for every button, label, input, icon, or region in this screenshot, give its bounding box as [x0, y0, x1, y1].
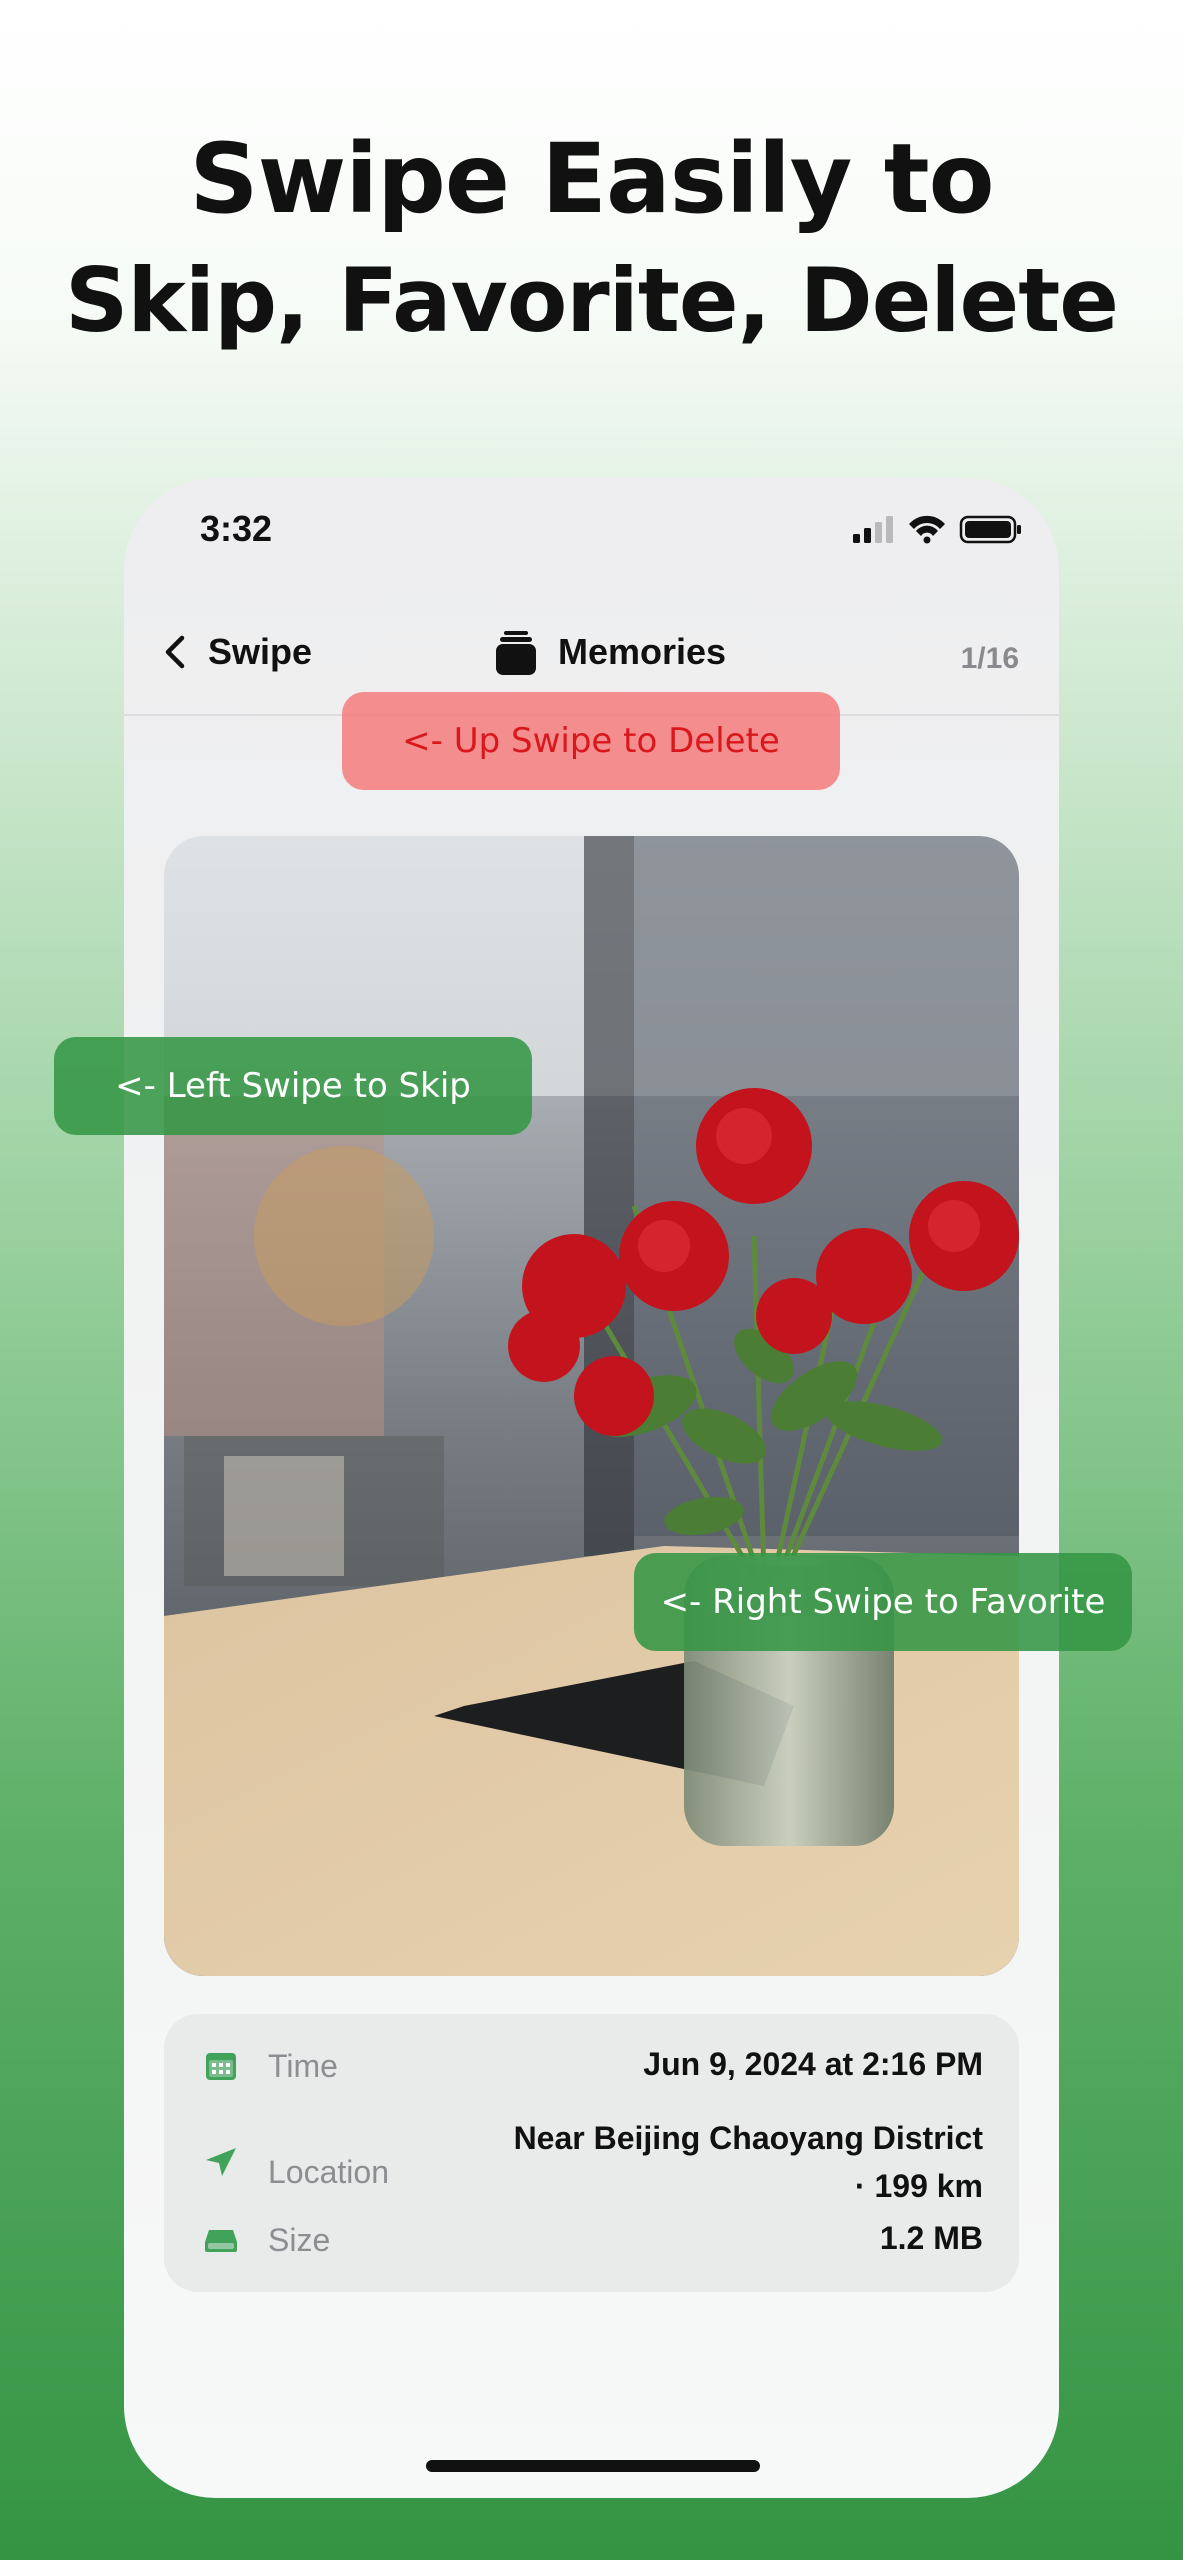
rose-photo [164, 836, 1019, 1976]
back-button[interactable]: Swipe [162, 622, 312, 682]
chevron-left-icon [165, 635, 185, 669]
wifi-icon [909, 515, 945, 544]
back-button-label: Swipe [208, 631, 313, 672]
info-row-location: Location Near Beijing Chaoyang District … [164, 2114, 1019, 2214]
hint-right-swipe-favorite: <- Right Swipe to Favorite [634, 1553, 1132, 1651]
info-value-location: Near Beijing Chaoyang District · 199 km [514, 2114, 983, 2210]
photo-counter: 1/16 [960, 642, 1019, 675]
hint-left-swipe-skip: <- Left Swipe to Skip [54, 1037, 532, 1135]
info-value-location-line2: · 199 km [854, 2168, 983, 2204]
hint-up-swipe-delete: <- Up Swipe to Delete [342, 692, 840, 790]
calendar-icon [206, 2053, 236, 2080]
album-title: Memories [496, 622, 726, 682]
stack-icon [496, 631, 536, 675]
cellular-signal-icon [853, 516, 893, 543]
info-row-size: Size 1.2 MB [164, 2210, 1019, 2270]
status-icons [853, 514, 1023, 544]
storage-icon [205, 2230, 237, 2252]
album-title-label: Memories [558, 631, 727, 672]
promo-headline: Swipe Easily to Skip, Favorite, Delete [0, 118, 1183, 362]
photo-card[interactable] [164, 836, 1019, 1976]
battery-icon [959, 515, 1021, 544]
info-label-location: Location [268, 2154, 389, 2190]
info-row-time: Time Jun 9, 2024 at 2:16 PM [164, 2036, 1019, 2096]
home-indicator[interactable] [426, 2460, 760, 2472]
headline-line-2: Skip, Favorite, Delete [65, 249, 1119, 352]
info-label-size: Size [268, 2222, 331, 2258]
info-label-time: Time [268, 2048, 338, 2084]
info-value-size: 1.2 MB [879, 2220, 983, 2256]
info-value-time: Jun 9, 2024 at 2:16 PM [643, 2046, 983, 2082]
info-value-location-line1: Near Beijing Chaoyang District [513, 2120, 983, 2156]
photo-info-card: Time Jun 9, 2024 at 2:16 PM Location Nea… [164, 2014, 1019, 2292]
status-time: 3:32 [200, 508, 273, 549]
location-arrow-icon [206, 2148, 236, 2176]
headline-line-1: Swipe Easily to [189, 123, 994, 235]
